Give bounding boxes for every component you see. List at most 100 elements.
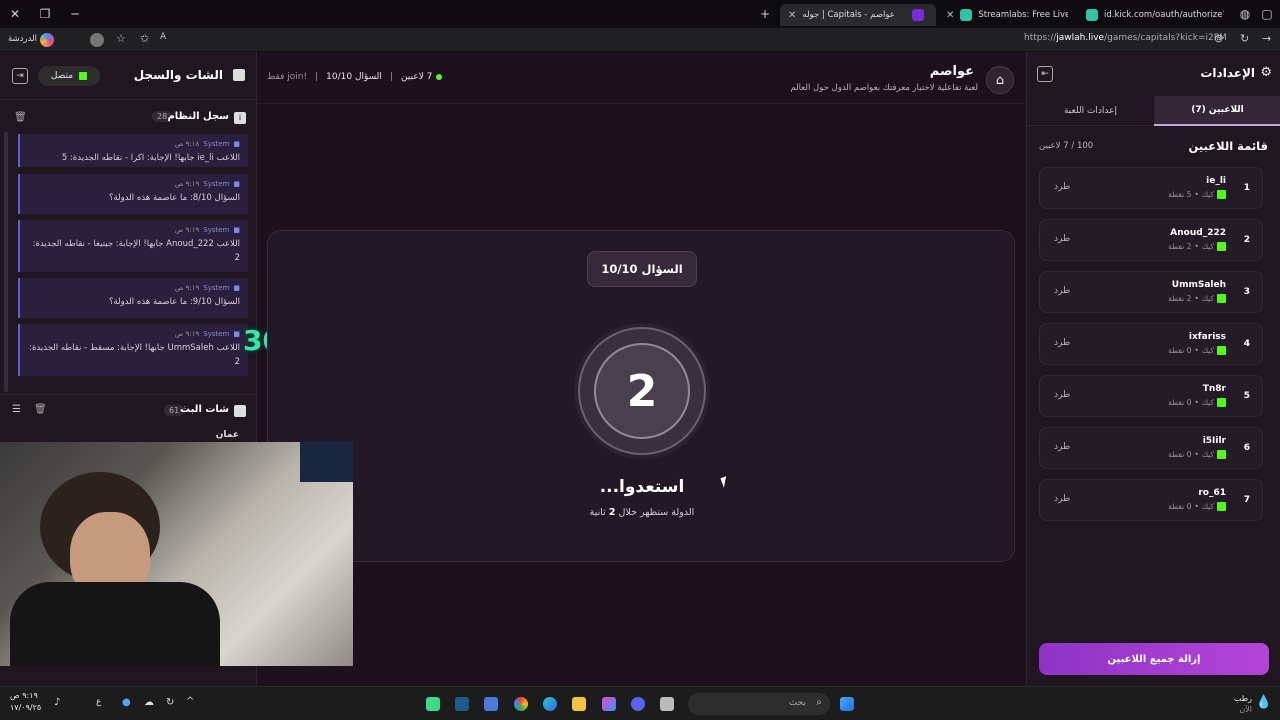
kick-logo-icon bbox=[1217, 398, 1226, 407]
status-label: متصل bbox=[50, 71, 74, 81]
avatar[interactable] bbox=[90, 33, 104, 47]
close-tab-icon[interactable]: ✕ bbox=[788, 10, 796, 21]
tab-actions-icon[interactable]: ▢ bbox=[1252, 0, 1280, 28]
settings-header: ⇤ الإعدادات ⚙ bbox=[1027, 52, 1280, 96]
player-name: Anoud_222 bbox=[1170, 228, 1226, 238]
input-language-icon[interactable]: ع bbox=[96, 697, 101, 707]
jawlah-favicon-icon bbox=[912, 9, 925, 21]
log-scrollbar[interactable] bbox=[4, 132, 8, 392]
streamlabs-favicon-icon bbox=[960, 9, 973, 21]
player-meta: كيك • 0 نقطة bbox=[1168, 502, 1226, 511]
kick-logo-icon bbox=[1217, 242, 1226, 251]
kick-player-button[interactable]: طرد bbox=[1054, 234, 1070, 244]
new-tab-icon[interactable]: + bbox=[750, 0, 780, 28]
tab-label: جوله | Capitals - عواصم bbox=[802, 10, 895, 20]
settings-title: الإعدادات bbox=[1200, 66, 1255, 80]
collapse-panel-icon[interactable]: ⇥ bbox=[12, 68, 28, 84]
player-row: طرد i5Iilr كيك • 0 نقطة 6 bbox=[1039, 427, 1263, 469]
player-rank: 1 bbox=[1243, 183, 1250, 193]
home-icon[interactable]: ⌂ bbox=[986, 66, 1014, 94]
kick-player-button[interactable]: طرد bbox=[1054, 286, 1070, 296]
url-field[interactable]: https://jawlah.live/games/capitals?kick=… bbox=[1024, 33, 1227, 43]
weather-widget[interactable]: رطب الآن bbox=[1234, 693, 1252, 715]
tab-streamlabs[interactable]: ✕ Streamlabs: Free Live Streaming & bbox=[938, 4, 1076, 26]
game-title: عواصم bbox=[929, 64, 974, 79]
network-icon[interactable]: ☁ bbox=[144, 697, 154, 708]
webcam-feed bbox=[0, 442, 353, 666]
refresh-icon[interactable]: ↻ bbox=[1240, 32, 1249, 45]
read-aloud-icon[interactable]: A bbox=[160, 32, 166, 42]
players-status: 7 لاعبين bbox=[400, 72, 433, 82]
sync-icon[interactable]: ↻ bbox=[166, 697, 174, 708]
filter-icon[interactable]: ☰ bbox=[12, 404, 21, 415]
file-explorer-icon[interactable] bbox=[572, 697, 586, 711]
join-status: !join فقط bbox=[267, 72, 308, 82]
discord-icon[interactable] bbox=[631, 697, 645, 711]
app-icon[interactable] bbox=[602, 697, 616, 711]
kick-logo-icon bbox=[1217, 450, 1226, 459]
collapse-panel-icon[interactable]: ⇤ bbox=[1037, 66, 1053, 82]
kick-logo-icon bbox=[79, 72, 88, 80]
weather-label: رطب bbox=[1233, 694, 1252, 703]
tab-kick-oauth[interactable]: id.kick.com/oauth/authorize?resp bbox=[1078, 4, 1236, 26]
windows-start-icon[interactable] bbox=[840, 697, 854, 711]
app-icon[interactable] bbox=[426, 697, 440, 711]
countdown-circle: 2 bbox=[578, 327, 706, 455]
kick-player-button[interactable]: طرد bbox=[1054, 338, 1070, 348]
player-name: ie_li bbox=[1206, 176, 1226, 186]
close-tab-icon[interactable]: ✕ bbox=[946, 10, 954, 21]
log-message: ■ System ٩:١٩ ص السؤال 9/10: ما عاصمة هذه … bbox=[18, 278, 248, 318]
weather-icon: 💧 bbox=[1255, 695, 1272, 710]
connection-status-badge: متصل bbox=[38, 66, 100, 86]
tab-game-settings[interactable]: إعدادات اللعبة bbox=[1027, 96, 1154, 126]
copilot-icon[interactable] bbox=[40, 33, 54, 47]
browser-titlebar: ✕ ❐ ─ + ✕ جوله | Capitals - عواصم ✕ Stre… bbox=[0, 0, 1280, 28]
system-log-title: سجل النظام bbox=[167, 111, 229, 122]
profile-label[interactable]: الدردشة bbox=[8, 34, 37, 44]
player-meta: كيك • 2 نقطة bbox=[1168, 294, 1226, 303]
player-row: طرد UmmSaleh كيك • 2 نقطة 3 bbox=[1039, 271, 1263, 313]
kick-player-button[interactable]: طرد bbox=[1054, 390, 1070, 400]
stream-chat-header: ☰ 🗑 61 شات البث bbox=[0, 394, 257, 424]
kick-logo-icon bbox=[1217, 190, 1226, 199]
volume-icon[interactable]: ♪ bbox=[54, 697, 60, 708]
remove-all-players-button[interactable]: إزالة جميع اللاعبين bbox=[1039, 643, 1269, 675]
panel-title: الشات والسجل bbox=[133, 68, 223, 82]
steam-icon[interactable] bbox=[455, 697, 469, 711]
question-badge: السؤال 10/10 bbox=[587, 251, 697, 287]
star-add-icon[interactable]: ✩ bbox=[140, 32, 149, 45]
kick-player-button[interactable]: طرد bbox=[1054, 494, 1070, 504]
chrome-icon[interactable] bbox=[514, 697, 528, 711]
system-log-header: 🗑 28 سجل النظام i bbox=[0, 106, 257, 130]
back-icon[interactable]: → bbox=[1262, 32, 1271, 45]
store-icon[interactable] bbox=[484, 697, 498, 711]
tracking-icon[interactable]: ⊚ bbox=[1214, 32, 1223, 45]
edge-icon[interactable] bbox=[543, 697, 557, 711]
kick-player-button[interactable]: طرد bbox=[1054, 182, 1070, 192]
gear-icon: ⚙ bbox=[1260, 65, 1272, 80]
clock[interactable]: ٩:١٩ ص ١٧/٠٩/٢٥ bbox=[10, 690, 41, 714]
log-message: ■ System ٩:١٨ ص اللاعب ie_li جابها! الإجاب… bbox=[18, 134, 248, 167]
app-icon[interactable] bbox=[660, 697, 674, 711]
tab-capitals[interactable]: ✕ جوله | Capitals - عواصم bbox=[780, 4, 936, 26]
minimize-window-icon[interactable]: ─ bbox=[60, 0, 90, 28]
player-rank: 2 bbox=[1243, 235, 1250, 245]
player-row: طرد Anoud_222 كيك • 2 نقطة 2 bbox=[1039, 219, 1263, 261]
trash-icon[interactable]: 🗑 bbox=[14, 112, 27, 123]
log-message: ■ System ٩:١٩ ص اللاعب Anoud_222 جابها! ال… bbox=[18, 220, 248, 272]
taskbar-search[interactable]: ⌕ بحث bbox=[688, 693, 830, 715]
get-ready-text: استعدوا... bbox=[599, 477, 685, 497]
close-window-icon[interactable]: ✕ bbox=[0, 0, 30, 28]
tab-label: id.kick.com/oauth/authorize?resp bbox=[1104, 10, 1224, 20]
search-icon: ⌕ bbox=[816, 697, 822, 708]
trash-icon[interactable]: 🗑 bbox=[34, 404, 47, 415]
kick-player-button[interactable]: طرد bbox=[1054, 442, 1070, 452]
background-monitor bbox=[300, 442, 353, 482]
restore-window-icon[interactable]: ❐ bbox=[30, 0, 60, 28]
favorites-icon[interactable]: ☆ bbox=[116, 32, 126, 45]
app-root: ⇥ متصل الشات والسجل 🗑 28 سجل النظام i ■ S… bbox=[0, 52, 1280, 686]
tab-players[interactable]: اللاعبين (7) bbox=[1154, 96, 1280, 126]
microphone-icon[interactable]: ● bbox=[122, 697, 131, 708]
show-hidden-icons[interactable]: ^ bbox=[186, 696, 194, 707]
player-row: طرد Tn8r كيك • 0 نقطة 5 bbox=[1039, 375, 1263, 417]
